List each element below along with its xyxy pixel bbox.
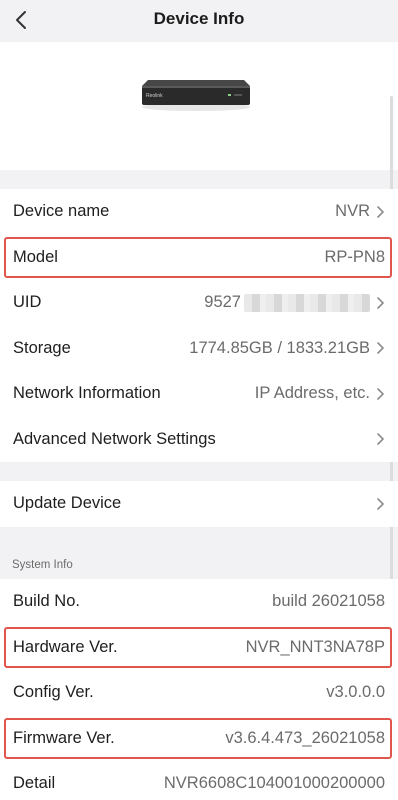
config-ver-label: Config Ver.: [13, 683, 94, 702]
device-settings-group: Device name NVR Model RP-PN8 UID 9527 St…: [0, 189, 398, 462]
device-name-label: Device name: [13, 202, 110, 221]
uid-redacted-blur: [244, 293, 370, 312]
nvr-device-image: Reolink: [142, 80, 250, 111]
update-device-row[interactable]: Update Device: [0, 481, 398, 527]
update-device-label: Update Device: [13, 494, 122, 513]
storage-value: 1774.85GB / 1833.21GB: [189, 338, 370, 357]
firmware-ver-row: Firmware Ver. v3.6.4.473_26021058: [0, 716, 398, 762]
storage-label: Storage: [13, 338, 71, 357]
network-information-label: Network Information: [13, 384, 161, 403]
system-info-section-header: System Info: [12, 559, 73, 571]
firmware-ver-value: v3.6.4.473_26021058: [225, 728, 385, 747]
uid-row[interactable]: UID 9527: [0, 280, 398, 326]
chevron-right-icon: [377, 342, 384, 355]
system-info-group: Build No. build 26021058 Hardware Ver. N…: [0, 579, 398, 800]
chevron-right-icon: [377, 433, 384, 446]
chevron-right-icon: [377, 387, 384, 400]
config-ver-value: v3.0.0.0: [326, 683, 385, 702]
uid-visible-part: 9527: [204, 293, 241, 312]
advanced-network-settings-label: Advanced Network Settings: [13, 429, 216, 448]
config-ver-row: Config Ver. v3.0.0.0: [0, 670, 398, 716]
chevron-right-icon: [377, 497, 384, 510]
network-information-row[interactable]: Network Information IP Address, etc.: [0, 371, 398, 417]
build-no-value: build 26021058: [272, 592, 385, 611]
detail-label: Detail: [13, 774, 56, 793]
brand-text: Reolink: [146, 93, 163, 99]
device-image-panel: Reolink: [0, 42, 398, 170]
hardware-ver-value: NVR_NNT3NA78P: [245, 637, 385, 656]
advanced-network-settings-row[interactable]: Advanced Network Settings: [0, 417, 398, 463]
chevron-right-icon: [377, 205, 384, 218]
detail-value: NVR6608C104001000200000: [163, 774, 385, 793]
model-row: Model RP-PN8: [0, 235, 398, 281]
network-information-value: IP Address, etc.: [254, 384, 370, 403]
chevron-right-icon: [377, 296, 384, 309]
update-group: Update Device: [0, 481, 398, 527]
uid-label: UID: [13, 293, 42, 312]
device-name-value: NVR: [335, 202, 370, 221]
hardware-ver-label: Hardware Ver.: [13, 637, 118, 656]
hardware-ver-row: Hardware Ver. NVR_NNT3NA78P: [0, 625, 398, 671]
device-name-row[interactable]: Device name NVR: [0, 189, 398, 235]
page-title: Device Info: [153, 9, 245, 28]
build-no-label: Build No.: [13, 592, 80, 611]
top-bar: Device Info: [0, 0, 398, 42]
uid-value: 9527: [204, 293, 370, 312]
model-label: Model: [13, 247, 58, 266]
build-no-row: Build No. build 26021058: [0, 579, 398, 625]
storage-row[interactable]: Storage 1774.85GB / 1833.21GB: [0, 326, 398, 372]
model-value: RP-PN8: [324, 247, 385, 266]
firmware-ver-label: Firmware Ver.: [13, 728, 115, 747]
detail-row: Detail NVR6608C104001000200000: [0, 761, 398, 800]
